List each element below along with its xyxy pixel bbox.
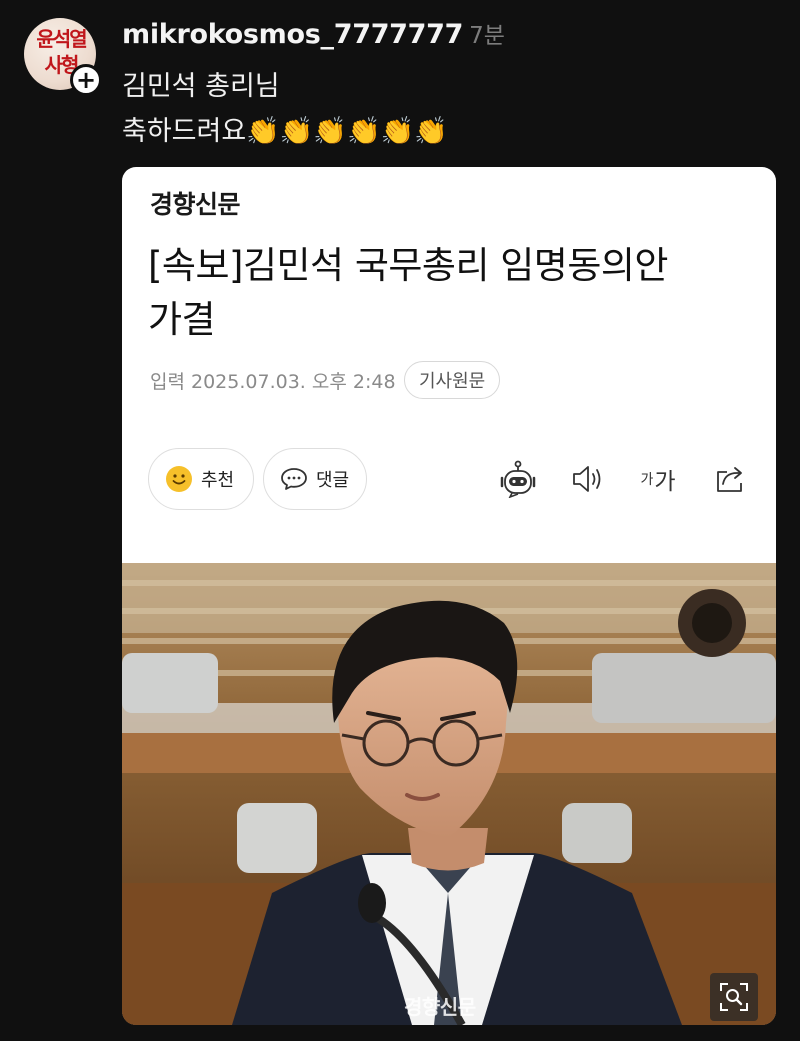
photo-illustration — [122, 563, 776, 1025]
zoom-icon[interactable] — [710, 973, 758, 1021]
follow-plus-icon[interactable]: + — [70, 64, 102, 96]
username[interactable]: mikrokosmos_7777777 — [122, 19, 463, 50]
comment-label: 댓글 — [316, 470, 350, 491]
post-text-line2: 축하드려요👏👏👏👏👏👏 — [122, 116, 448, 147]
headline-line2: 가결 — [148, 298, 216, 341]
font-small-label: 가 — [640, 472, 654, 488]
press-name: 경향신문 — [150, 190, 241, 219]
comment-button[interactable]: 댓글 — [263, 448, 367, 510]
feed-post: 윤석열 사형 + mikrokosmos_7777777 7분 김민석 총리님 … — [0, 0, 800, 1041]
post-text-line1: 김민석 총리님 — [122, 71, 280, 102]
speech-bubble-icon — [280, 466, 308, 492]
post-meta: mikrokosmos_7777777 7분 — [122, 16, 505, 56]
robot-icon[interactable] — [496, 459, 540, 499]
headline-line1: [속보]김민석 국무총리 임명동의안 — [148, 244, 668, 287]
like-label: 추천 — [201, 470, 235, 491]
font-size-icon[interactable]: 가가 — [636, 459, 680, 499]
like-button[interactable]: 추천 — [148, 448, 254, 510]
photo-watermark: 경향신문 — [404, 995, 476, 1019]
share-icon[interactable] — [710, 459, 750, 499]
article-headline[interactable]: [속보]김민석 국무총리 임명동의안 가결 — [148, 239, 758, 347]
article-photo[interactable]: 경향신문 — [122, 563, 776, 1025]
article-date: 입력 2025.07.03. 오후 2:48 — [150, 371, 396, 393]
original-article-button[interactable]: 기사원문 — [404, 361, 501, 399]
article-link-card[interactable]: 경향신문 [속보]김민석 국무총리 임명동의안 가결 입력 2025.07.03… — [122, 167, 776, 1025]
smiley-icon — [165, 465, 193, 493]
font-big-label: 가 — [654, 469, 676, 495]
speaker-icon[interactable] — [568, 459, 608, 499]
post-time: 7분 — [469, 23, 505, 49]
avatar-container[interactable]: 윤석열 사형 + — [24, 18, 102, 96]
